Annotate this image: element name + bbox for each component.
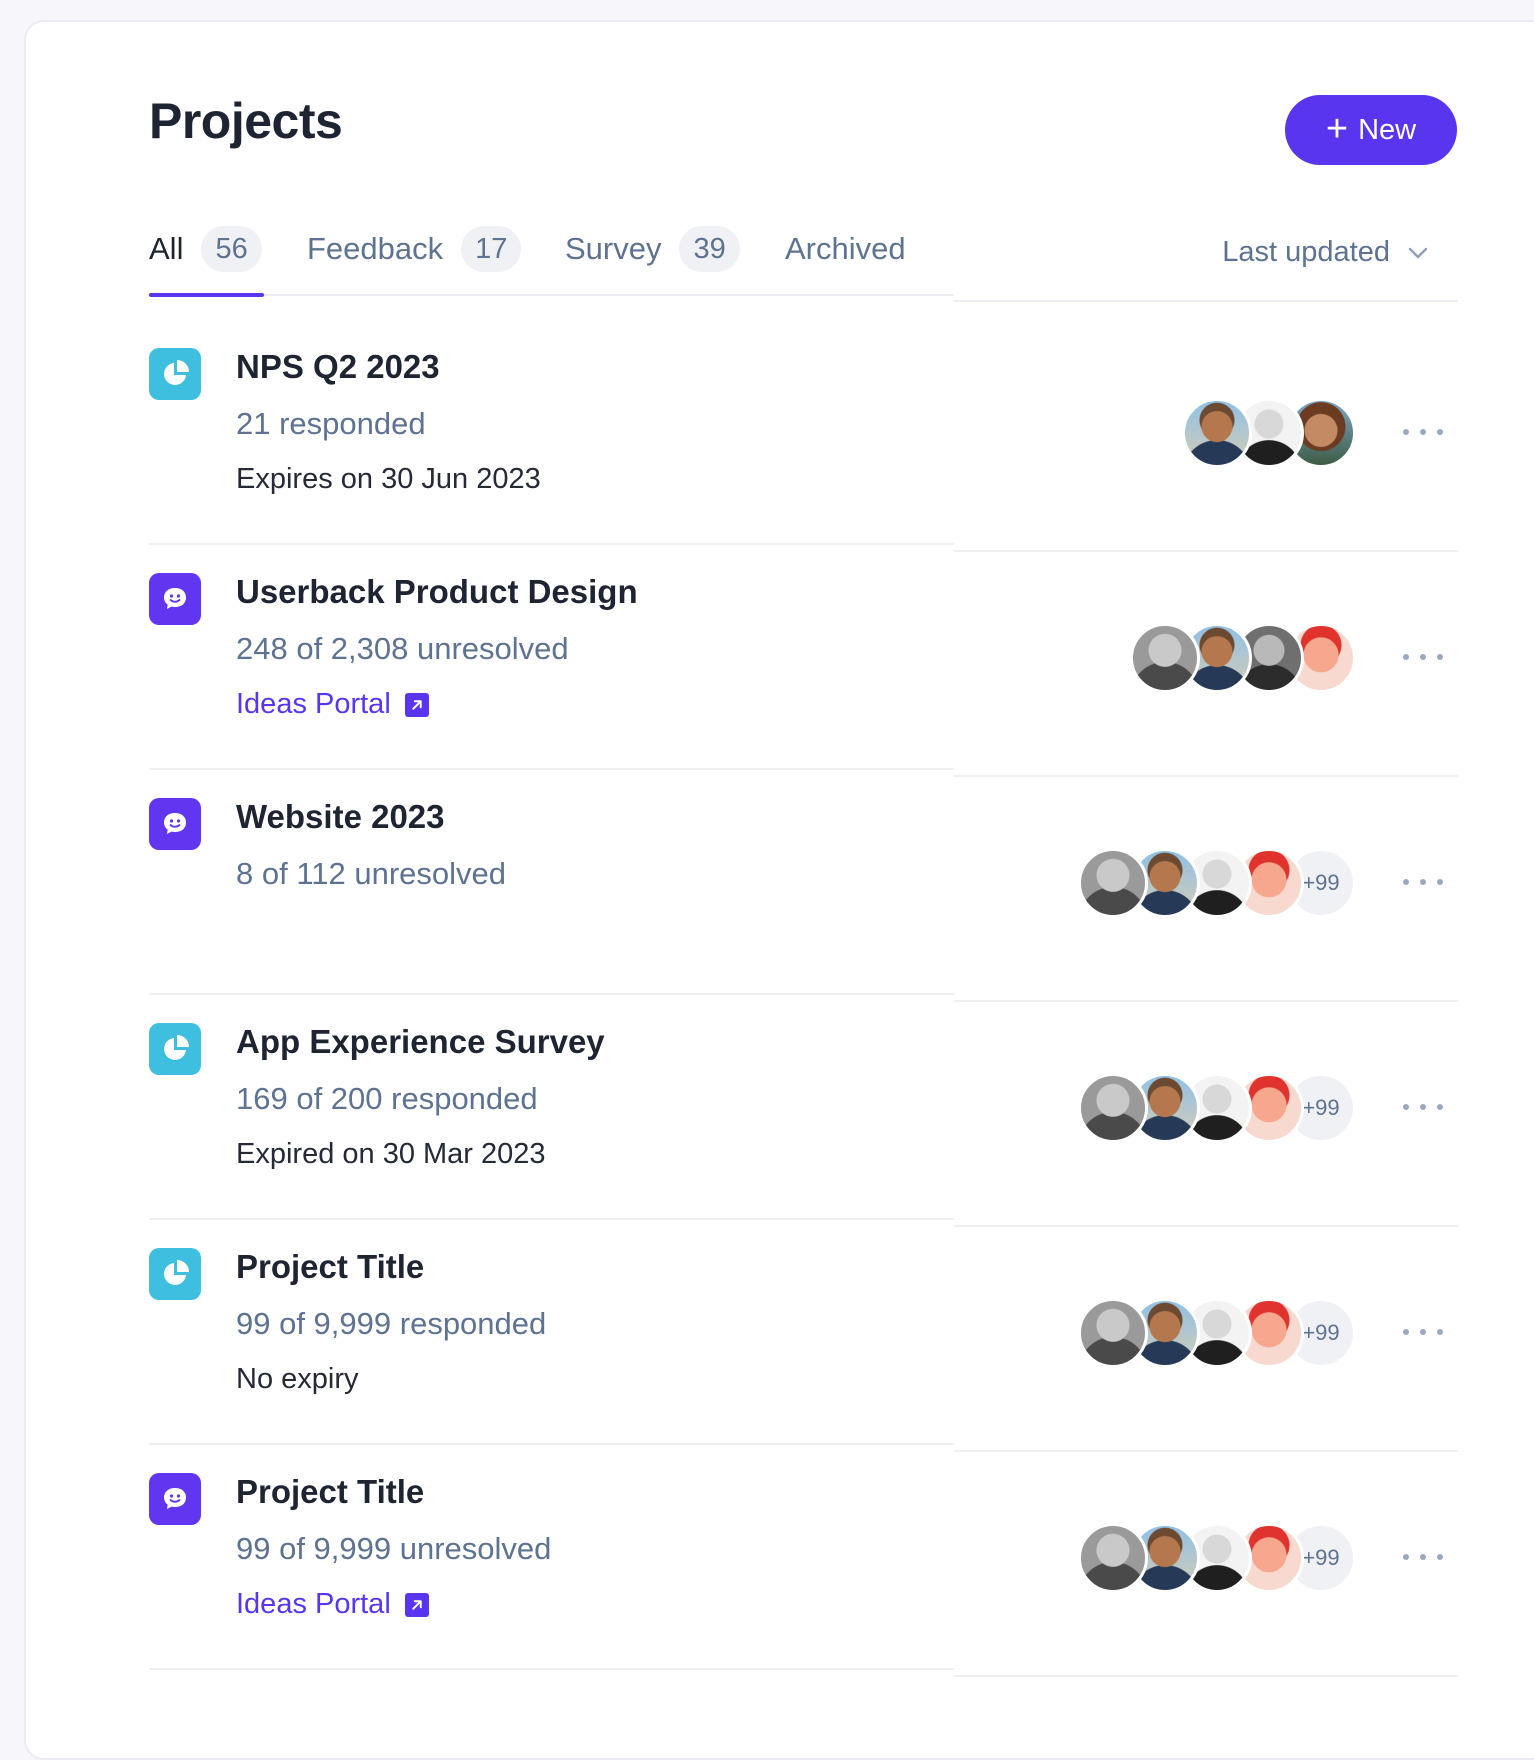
link-label: Ideas Portal bbox=[236, 688, 391, 720]
member-avatars[interactable]: +99 bbox=[1078, 848, 1356, 918]
tab-archived[interactable]: Archived bbox=[785, 226, 906, 294]
pie-chart-icon bbox=[149, 1248, 201, 1300]
project-stat: 99 of 9,999 unresolved bbox=[236, 1531, 552, 1566]
chevron-down-icon bbox=[1408, 247, 1428, 258]
tab-all[interactable]: All 56 bbox=[149, 226, 264, 297]
external-link-icon bbox=[404, 692, 429, 717]
member-avatars[interactable] bbox=[1130, 623, 1356, 693]
avatar bbox=[1078, 1523, 1148, 1593]
avatar bbox=[1182, 398, 1252, 468]
new-button-label: New bbox=[1358, 113, 1417, 146]
avatar bbox=[1078, 1073, 1148, 1143]
tab-label: Archived bbox=[785, 231, 906, 266]
member-avatars[interactable] bbox=[1182, 398, 1356, 468]
project-expiry: No expiry bbox=[236, 1363, 359, 1395]
project-row[interactable]: Userback Product Design 248 of 2,308 unr… bbox=[0, 545, 1534, 777]
project-title[interactable]: Userback Product Design bbox=[236, 573, 638, 611]
tab-count: 39 bbox=[679, 226, 740, 272]
project-expiry: Expired on 30 Mar 2023 bbox=[236, 1138, 546, 1170]
project-stat: 169 of 200 responded bbox=[236, 1081, 538, 1116]
row-divider bbox=[954, 1675, 1458, 1677]
project-stat: 99 of 9,999 responded bbox=[236, 1306, 547, 1341]
project-tabs: All 56 Feedback 17 Survey 39 Archived bbox=[149, 226, 954, 297]
project-row[interactable]: Project Title 99 of 9,999 responded No e… bbox=[0, 1220, 1534, 1452]
tab-count: 17 bbox=[461, 226, 522, 272]
member-avatars[interactable]: +99 bbox=[1078, 1298, 1356, 1368]
pie-chart-icon bbox=[149, 1023, 201, 1075]
row-divider bbox=[149, 1668, 954, 1670]
tab-label: Feedback bbox=[307, 231, 444, 266]
project-title[interactable]: NPS Q2 2023 bbox=[236, 348, 440, 386]
sort-dropdown[interactable]: Last updated bbox=[1222, 236, 1430, 269]
new-project-button[interactable]: + New bbox=[1285, 95, 1457, 165]
more-options-icon[interactable] bbox=[1403, 870, 1443, 894]
project-row[interactable]: Website 2023 8 of 112 unresolved +99 bbox=[0, 770, 1534, 1002]
more-options-icon[interactable] bbox=[1403, 1320, 1443, 1344]
chat-smile-icon bbox=[149, 798, 201, 850]
avatar bbox=[1078, 1298, 1148, 1368]
external-link-icon bbox=[404, 1592, 429, 1617]
pie-chart-icon bbox=[149, 348, 201, 400]
project-title[interactable]: App Experience Survey bbox=[236, 1023, 605, 1061]
avatar bbox=[1130, 623, 1200, 693]
sort-bar: Last updated bbox=[954, 226, 1458, 302]
tab-feedback[interactable]: Feedback 17 bbox=[307, 226, 522, 294]
member-avatars[interactable]: +99 bbox=[1078, 1523, 1356, 1593]
tab-label: Survey bbox=[565, 231, 662, 266]
member-avatars[interactable]: +99 bbox=[1078, 1073, 1356, 1143]
chat-smile-icon bbox=[149, 573, 201, 625]
page-title: Projects bbox=[149, 93, 343, 149]
project-row[interactable]: Project Title 99 of 9,999 unresolved Ide… bbox=[0, 1445, 1534, 1677]
sort-label: Last updated bbox=[1222, 236, 1390, 268]
project-stat: 248 of 2,308 unresolved bbox=[236, 631, 569, 666]
project-title[interactable]: Project Title bbox=[236, 1248, 424, 1286]
plus-icon: + bbox=[1325, 107, 1349, 150]
tab-count: 56 bbox=[201, 226, 262, 272]
ideas-portal-link[interactable]: Ideas Portal bbox=[236, 688, 429, 721]
project-title[interactable]: Website 2023 bbox=[236, 798, 445, 836]
project-expiry: Expires on 30 Jun 2023 bbox=[236, 463, 541, 495]
more-options-icon[interactable] bbox=[1403, 645, 1443, 669]
project-stat: 21 responded bbox=[236, 406, 426, 441]
more-options-icon[interactable] bbox=[1403, 420, 1443, 444]
project-stat: 8 of 112 unresolved bbox=[236, 856, 507, 891]
avatar bbox=[1078, 848, 1148, 918]
tab-survey[interactable]: Survey 39 bbox=[565, 226, 740, 294]
ideas-portal-link[interactable]: Ideas Portal bbox=[236, 1588, 429, 1621]
chat-smile-icon bbox=[149, 1473, 201, 1525]
project-row[interactable]: NPS Q2 2023 21 responded Expires on 30 J… bbox=[0, 320, 1534, 552]
more-options-icon[interactable] bbox=[1403, 1545, 1443, 1569]
tab-label: All bbox=[149, 231, 184, 266]
project-title[interactable]: Project Title bbox=[236, 1473, 424, 1511]
link-label: Ideas Portal bbox=[236, 1588, 391, 1620]
more-options-icon[interactable] bbox=[1403, 1095, 1443, 1119]
project-row[interactable]: App Experience Survey 169 of 200 respond… bbox=[0, 995, 1534, 1227]
